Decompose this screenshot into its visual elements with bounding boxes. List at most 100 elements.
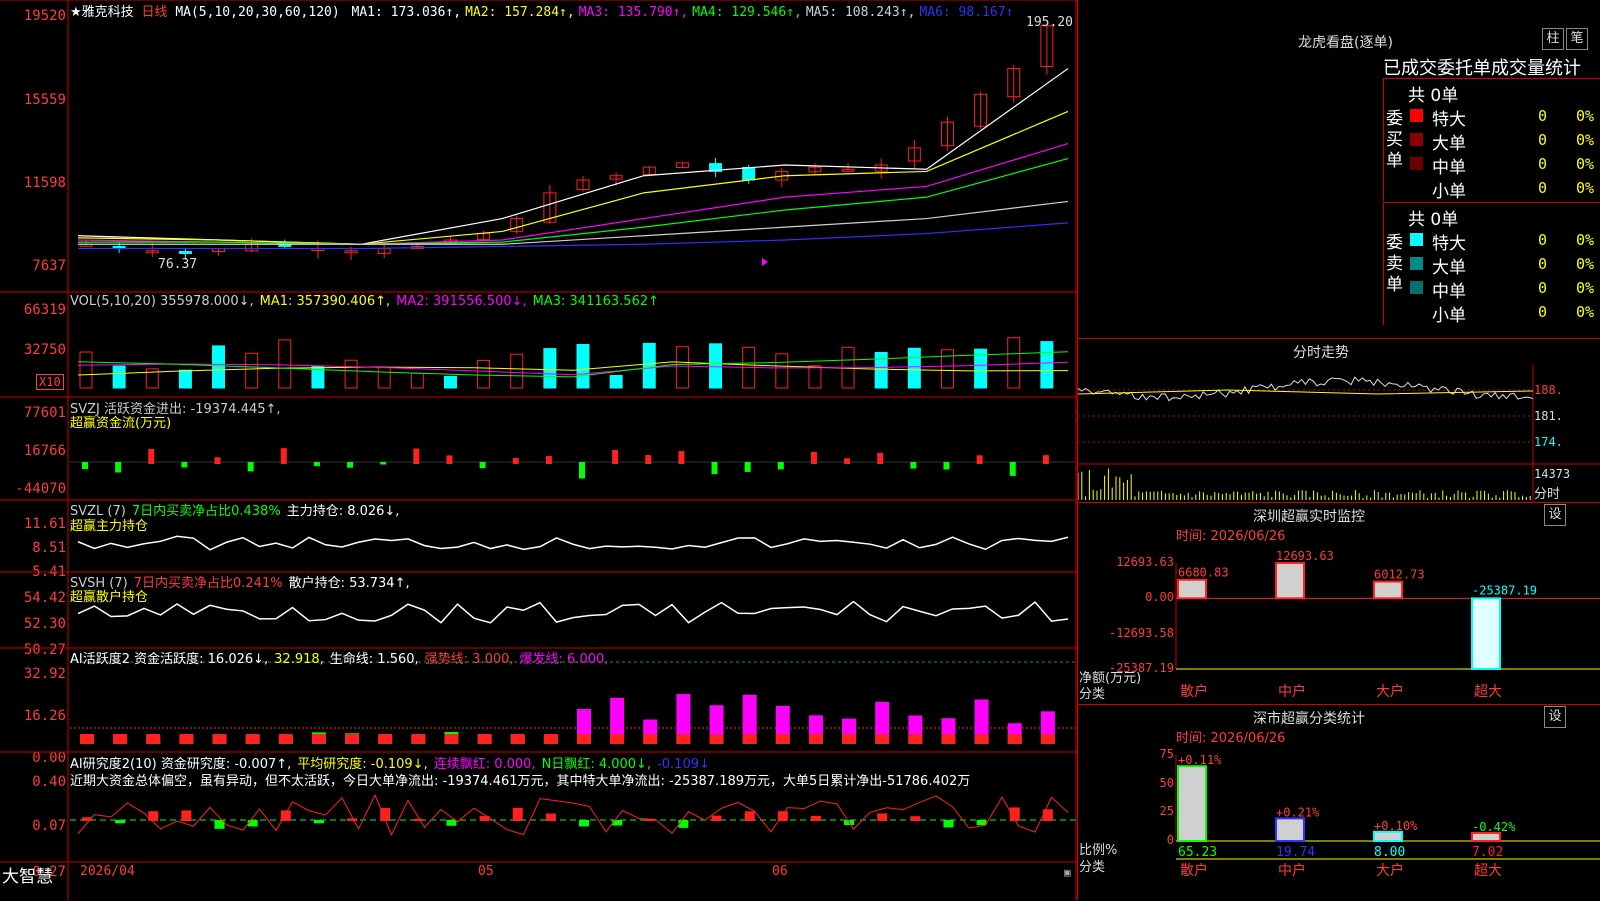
ma-line [77, 142, 1069, 245]
research-bar [545, 813, 556, 821]
research-bar [910, 816, 921, 821]
main-header: ★雅克科技 日线 MA(5,10,20,30,60,120) MA1: 173.… [70, 1, 1013, 20]
flow-bar [479, 462, 486, 469]
active-base-bar [179, 734, 194, 744]
header-item: 爆发线: 6.000, [519, 652, 609, 667]
classify-change-label: +0.11% [1178, 753, 1222, 767]
brand-label: 大智慧 [2, 867, 53, 887]
order-row-label: 小单 [1432, 306, 1466, 326]
classify-change-label: -0.42% [1472, 820, 1516, 834]
flow-bar [214, 457, 221, 464]
active-base-bar [610, 734, 625, 744]
volume-bar [675, 346, 689, 389]
flow-bar [678, 451, 685, 464]
header-item: 散户持仓: 53.734↑, [288, 576, 410, 591]
volume-bar [410, 372, 424, 389]
main-chart-area[interactable]: 19520 15559 11598 7637 66319 32750 X10 7… [0, 0, 1077, 900]
volume-bar [1007, 337, 1021, 389]
lock-icon[interactable]: ▣ [1064, 866, 1071, 879]
buy-block: 委买单 共 0单 特大 0 0% 大单 0 0% 中单 0 0% 小单 0 0% [1383, 78, 1600, 202]
flow-bar [777, 462, 784, 470]
classify-axis-note2: 分类 [1079, 860, 1106, 875]
ma-value: MA6: 98.167↑ [919, 5, 1014, 20]
research-bar [181, 810, 192, 821]
active-base-bar [113, 734, 128, 744]
color-swatch [1410, 233, 1423, 246]
order-row-label: 大单 [1432, 134, 1466, 154]
flow-bar [910, 462, 917, 469]
order-row-pct: 0% [1576, 131, 1595, 149]
order-row-pct: 0% [1576, 279, 1595, 297]
intraday-chart[interactable] [1078, 364, 1600, 503]
flow-bar [810, 451, 817, 464]
research-bar [247, 820, 258, 827]
monitor-value-label: 6680.83 [1178, 566, 1229, 580]
research-bar [943, 820, 954, 828]
volume-bar [510, 353, 524, 389]
volume-bar [642, 342, 656, 389]
header-item: 强势线: 3.000, [424, 652, 514, 667]
ma-value: MA4: 129.546↑, [692, 5, 802, 20]
intraday-footer: 分时 [1534, 487, 1561, 502]
header-item: VOL(5,10,20) 355978.000↓, [70, 294, 254, 309]
intraday-panel[interactable]: 分时走势 188. 181. 174. 14373 分时 [1078, 338, 1600, 503]
monitor-category-label: 超大 [1474, 684, 1502, 700]
monitor-panel: 深圳超赢实时监控 设 时间: 2026/06/26 12693.63 0.00 -1… [1078, 502, 1600, 705]
flow-bar [744, 462, 751, 472]
line-mode-button[interactable]: 笔 [1566, 28, 1588, 50]
ma-line [78, 200, 1069, 245]
active-base-bar [842, 734, 857, 744]
order-row-label: 大单 [1432, 258, 1466, 278]
volume-bar [212, 345, 226, 389]
research-line [77, 793, 1069, 837]
active-base-bar [643, 734, 658, 744]
order-row-label: 特大 [1432, 110, 1466, 130]
order-row-pct: 0% [1576, 107, 1595, 125]
ma-value: MA5: 108.243↑, [805, 5, 916, 20]
header-item: MA3: 341163.562↑ [532, 294, 659, 309]
monitor-value-label: 12693.63 [1276, 549, 1334, 563]
intraday-vol-label: 14373 [1534, 467, 1571, 481]
flow-bar [512, 457, 519, 464]
header-item: 7日内买卖净占比0.241% [133, 576, 283, 591]
svzl-subtitle: 超赢主力持仓 [70, 519, 149, 534]
buy-total: 共 0单 [1408, 86, 1459, 106]
flow-bar [943, 462, 950, 470]
svzj-subtitle: 超赢资金流(万元) [70, 416, 172, 431]
flow-bar [976, 455, 983, 464]
volume-bar [1040, 341, 1054, 389]
research-bar [512, 807, 523, 821]
order-row-pct: 0% [1576, 231, 1595, 249]
research-bar [579, 820, 589, 827]
order-row-label: 中单 [1432, 282, 1466, 302]
classify-bar [1177, 765, 1207, 842]
flow-bar [115, 462, 122, 473]
research-bar [711, 815, 722, 821]
volume-bar [576, 343, 590, 389]
stock-name[interactable]: ★雅克科技 [70, 5, 134, 20]
bar-mode-button[interactable]: 柱 [1542, 28, 1564, 50]
order-row-count: 0 [1538, 107, 1548, 125]
period-label[interactable]: 日线 [141, 5, 167, 20]
dragon-headline: 已成交委托单成交量统计 [1383, 58, 1581, 79]
volume-bar [907, 347, 921, 389]
flow-bar [247, 462, 254, 472]
active-base-bar [709, 734, 724, 744]
active-base-bar [543, 734, 558, 744]
active-base-bar [1040, 734, 1055, 744]
ma-line [77, 110, 1069, 245]
flow-bar [148, 448, 155, 464]
color-swatch [1410, 109, 1423, 122]
order-row-label: 小单 [1432, 182, 1466, 202]
flow-bar [181, 462, 188, 468]
ma-value: MA1: 173.036↑, [351, 5, 462, 20]
ma-value: MA3: 135.790↑, [578, 5, 689, 20]
active-base-bar [808, 734, 823, 744]
ma-line [77, 68, 1069, 245]
monitor-axis-note2: 分类 [1079, 687, 1106, 702]
volume-bar [178, 369, 192, 389]
intraday-y-label: 174. [1534, 435, 1563, 449]
classify-category-label: 中户 [1278, 862, 1306, 879]
active-base-bar [278, 734, 293, 744]
candle-body [178, 250, 192, 254]
